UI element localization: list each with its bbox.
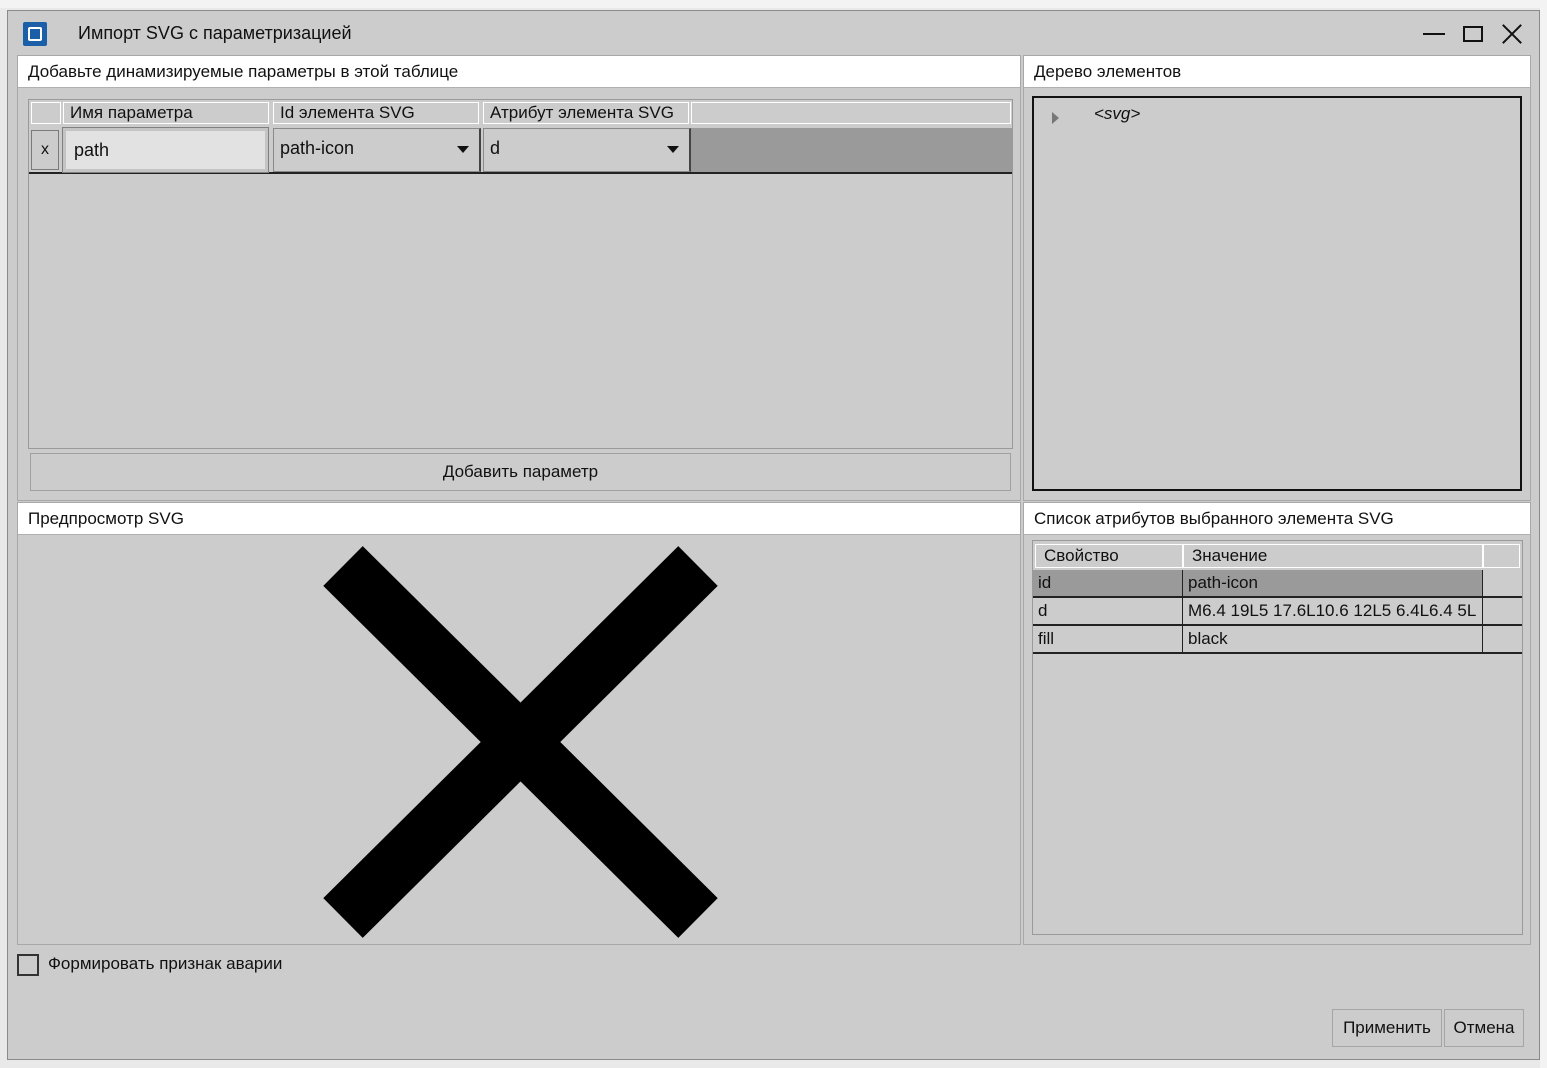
preview-panel-header: Предпросмотр SVG <box>18 503 1020 535</box>
param-name-input[interactable]: path <box>62 127 269 173</box>
desktop-background-top <box>0 0 1547 8</box>
column-header-value[interactable]: Значение <box>1183 544 1483 568</box>
preview-panel: Предпросмотр SVG <box>17 502 1021 945</box>
value-cell: path-icon <box>1183 570 1483 596</box>
tree-panel-header: Дерево элементов <box>1024 56 1530 88</box>
attrs-panel-header: Список атрибутов выбранного элемента SVG <box>1024 503 1530 535</box>
params-table: Имя параметра Id элемента SVG Атрибут эл… <box>28 99 1013 449</box>
table-row[interactable]: id path-icon <box>1033 570 1522 598</box>
property-cell: d <box>1033 598 1183 624</box>
apply-button[interactable]: Применить <box>1332 1009 1442 1047</box>
element-id-select[interactable]: path-icon <box>273 128 481 172</box>
window-title: Импорт SVG с параметризацией <box>78 23 352 43</box>
row-filler <box>691 128 1012 172</box>
table-row[interactable]: fill black <box>1033 626 1522 654</box>
table-row[interactable]: d M6.4 19L5 17.6L10.6 12L5 6.4L6.4 5L <box>1033 598 1522 626</box>
params-panel: Добавьте динамизируемые параметры в этой… <box>17 55 1021 501</box>
title-bar[interactable]: Импорт SVG с параметризацией <box>8 11 1539 55</box>
delete-row-button[interactable]: x <box>31 130 59 170</box>
maximize-icon[interactable] <box>1454 19 1490 49</box>
params-panel-header: Добавьте динамизируемые параметры в этой… <box>18 56 1020 88</box>
column-header-param-name[interactable]: Имя параметра <box>63 102 269 124</box>
add-parameter-button[interactable]: Добавить параметр <box>30 453 1011 491</box>
column-header-delete <box>31 102 61 124</box>
alarm-checkbox-label[interactable]: Формировать признак аварии <box>48 954 282 974</box>
import-svg-dialog: Импорт SVG с параметризацией Добавьте ди… <box>7 10 1540 1060</box>
attribute-select[interactable]: d <box>483 128 691 172</box>
dropdown-arrow-icon[interactable] <box>667 146 679 153</box>
alarm-checkbox[interactable] <box>17 954 39 976</box>
attribute-value: d <box>490 138 501 158</box>
column-header-element-id[interactable]: Id элемента SVG <box>273 102 479 124</box>
close-icon <box>323 546 718 938</box>
svg-preview-canvas <box>323 546 718 938</box>
minimize-icon[interactable] <box>1416 19 1452 49</box>
element-id-value: path-icon <box>280 138 355 158</box>
desktop-background-right <box>1540 0 1547 1068</box>
expand-arrow-icon[interactable] <box>1052 112 1059 124</box>
column-header-attribute[interactable]: Атрибут элемента SVG <box>483 102 689 124</box>
value-cell: M6.4 19L5 17.6L10.6 12L5 6.4L6.4 5L <box>1183 598 1483 624</box>
property-cell: id <box>1033 570 1183 596</box>
tree-panel: Дерево элементов <svg> <box>1023 55 1531 501</box>
tree-item-svg[interactable]: <svg> <box>1094 104 1140 124</box>
close-window-icon[interactable] <box>1494 19 1530 49</box>
attributes-table: Свойство Значение id path-icon d M6.4 19… <box>1032 540 1523 935</box>
column-header-filler <box>1483 544 1520 568</box>
attrs-panel: Список атрибутов выбранного элемента SVG… <box>1023 502 1531 945</box>
element-tree[interactable]: <svg> <box>1032 96 1522 491</box>
table-row[interactable]: x path path-icon d <box>29 127 1012 174</box>
column-header-filler <box>691 102 1011 124</box>
app-icon <box>23 22 47 46</box>
cancel-button[interactable]: Отмена <box>1444 1009 1524 1047</box>
value-cell: black <box>1183 626 1483 652</box>
column-header-property[interactable]: Свойство <box>1035 544 1183 568</box>
property-cell: fill <box>1033 626 1183 652</box>
dropdown-arrow-icon[interactable] <box>457 146 469 153</box>
